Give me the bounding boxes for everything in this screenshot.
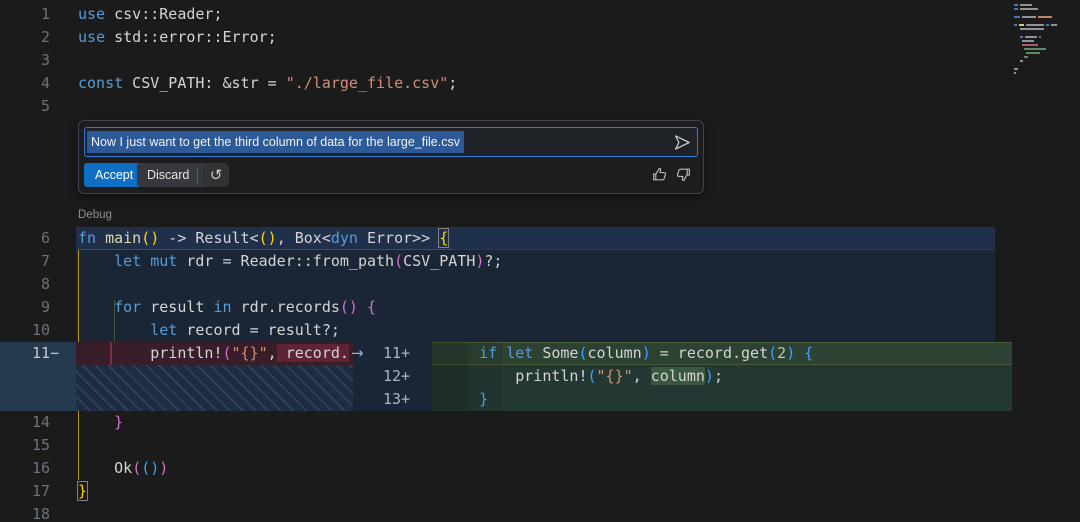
minimap-line	[1014, 56, 1078, 58]
code-line[interactable]: const CSV_PATH: &str = "./large_file.csv…	[78, 72, 457, 95]
minimap-line	[1014, 4, 1078, 6]
minimap-line	[1014, 68, 1078, 70]
code-line[interactable]: use csv::Reader;	[78, 3, 223, 26]
line-number: 2	[40, 28, 50, 46]
code-line[interactable]: Ok(())	[78, 457, 168, 480]
minimap-line	[1014, 48, 1078, 50]
minimap-line	[1014, 28, 1078, 30]
minimap-line	[1014, 36, 1078, 38]
line-number: 1	[40, 5, 50, 23]
line-number: 14	[31, 413, 50, 431]
thumbs-up-icon[interactable]	[651, 166, 668, 183]
minimap-line	[1014, 44, 1078, 46]
minimap-line	[1014, 16, 1078, 18]
minimap[interactable]	[1014, 4, 1078, 80]
range-top-divider	[452, 249, 995, 250]
code-line[interactable]: println!("{}", column);	[443, 365, 723, 388]
code-line[interactable]: println!("{}", record.	[78, 342, 349, 365]
thumbs-down-icon[interactable]	[675, 166, 692, 183]
diff-deleted-filler-hatch	[76, 365, 353, 411]
inline-chat-widget: Now I just want to get the third column …	[78, 120, 704, 194]
line-number: 6	[40, 229, 50, 247]
minimap-line	[1014, 20, 1078, 22]
minimap-line	[1014, 60, 1078, 62]
minimap-line	[1014, 24, 1078, 26]
diff-added-line-number: 13+	[383, 390, 411, 408]
accept-button[interactable]: Accept	[84, 163, 145, 187]
line-number: 15	[31, 436, 50, 454]
chat-input[interactable]: Now I just want to get the third column …	[84, 127, 698, 157]
rerun-button[interactable]: ↺	[203, 163, 229, 187]
line-number: 5	[40, 97, 50, 115]
line-number: 8	[40, 275, 50, 293]
minimap-line	[1014, 32, 1078, 34]
minimap-line	[1014, 8, 1078, 10]
chat-input-text: Now I just want to get the third column …	[87, 131, 464, 153]
rerun-icon: ↺	[209, 165, 223, 184]
diff-added-line-number: 11+	[383, 344, 411, 362]
diff-deleted-line-number: 11−	[32, 344, 60, 362]
send-icon[interactable]	[674, 134, 691, 151]
code-line[interactable]: fn main() -> Result<(), Box<dyn Error>> …	[78, 227, 450, 250]
code-line[interactable]: }	[78, 411, 123, 434]
minimap-line	[1014, 12, 1078, 14]
line-number: 9	[40, 298, 50, 316]
line-number: 4	[40, 74, 50, 92]
code-line[interactable]: }	[76, 480, 89, 503]
line-number: 17	[31, 482, 50, 500]
code-line[interactable]: let mut rdr = Reader::from_path(CSV_PATH…	[78, 250, 502, 273]
minimap-line	[1014, 72, 1078, 74]
line-number: 3	[40, 51, 50, 69]
minimap-line	[1014, 52, 1078, 54]
code-line[interactable]: if let Some(column) = record.get(2) {	[443, 342, 813, 365]
line-number: 10	[31, 321, 50, 339]
line-number: 16	[31, 459, 50, 477]
chat-actions-bar: Accept Discard ↺	[84, 163, 698, 187]
diff-added-line-number: 12+	[383, 367, 411, 385]
minimap-line	[1014, 64, 1078, 66]
line-number: 18	[31, 505, 50, 522]
codelens-debug[interactable]: Debug	[78, 207, 112, 224]
line-number: 7	[40, 252, 50, 270]
minimap-line	[1014, 40, 1078, 42]
code-editor: Debug → 1 use csv::Reader;2 use std::error…	[0, 0, 1080, 522]
discard-label: Discard	[147, 168, 190, 182]
code-line[interactable]: }	[443, 388, 488, 411]
code-line[interactable]: for result in rdr.records() {	[78, 296, 376, 319]
code-line[interactable]: let record = result?;	[78, 319, 340, 342]
code-line[interactable]: use std::error::Error;	[78, 26, 277, 49]
diff-arrow-icon: →	[351, 344, 364, 362]
